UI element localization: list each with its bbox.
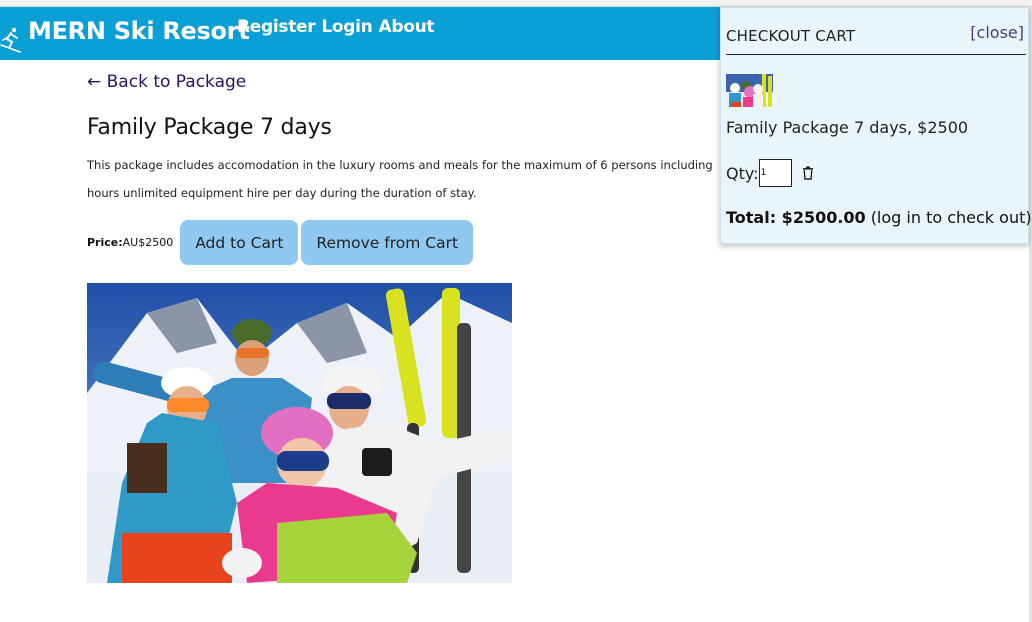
description-line: This package includes accomodation in th… [87, 158, 713, 172]
cart-title: CHECKOUT CART [726, 27, 856, 45]
quantity-row: Qty: [726, 159, 815, 187]
package-title: Family Package 7 days [87, 115, 332, 140]
cart-divider [726, 54, 1026, 55]
close-cart-button[interactable]: [close] [970, 23, 1024, 42]
cart-item-thumbnail [726, 74, 773, 107]
skier-icon[interactable] [0, 25, 22, 53]
quantity-input[interactable] [758, 159, 792, 187]
cart-total: Total: $2500.00 [726, 208, 866, 227]
package-description: This package includes accomodation in th… [87, 151, 727, 209]
checkout-cart-panel: CHECKOUT CART [close] Family Package 7 d… [720, 7, 1032, 244]
nav-about-link[interactable]: About [379, 17, 435, 37]
brand-link[interactable]: MERN Ski Resort [28, 17, 250, 45]
nav-links: Register Login About [237, 17, 435, 37]
back-to-package-link[interactable]: ← Back to Package [87, 72, 246, 92]
nav-register-link[interactable]: Register [237, 17, 316, 37]
browser-top-strip [0, 0, 1032, 7]
cart-item-text: Family Package 7 days, $2500 [726, 118, 969, 137]
remove-from-cart-button[interactable]: Remove from Cart [301, 220, 474, 265]
package-photo [87, 283, 512, 583]
price-value: AU$2500 [122, 236, 174, 249]
description-line: hours unlimited equipment hire per day d… [87, 186, 477, 200]
price-row: Price: AU$2500 Add to Cart Remove from C… [87, 220, 474, 265]
checkout-login-note: (log in to check out) [870, 208, 1032, 227]
price-label: Price: [87, 236, 123, 249]
nav-login-link[interactable]: Login [321, 17, 372, 37]
add-to-cart-button[interactable]: Add to Cart [180, 220, 299, 265]
qty-label: Qty: [726, 163, 759, 183]
trash-icon[interactable] [801, 166, 815, 180]
cart-total-row: Total: $2500.00 (log in to check out) [726, 208, 1032, 227]
